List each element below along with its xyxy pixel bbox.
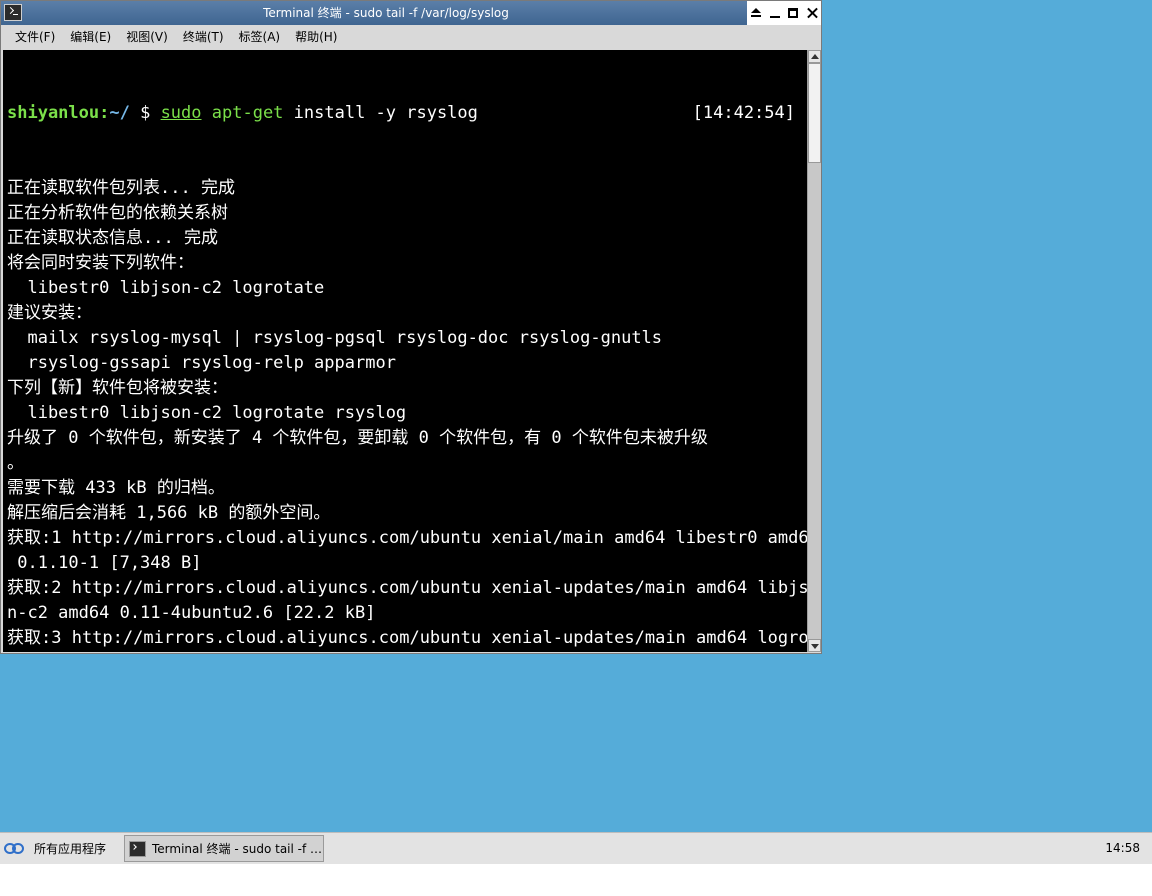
menu-edit[interactable]: 编辑(E): [63, 25, 118, 49]
terminal-icon[interactable]: [4, 4, 22, 21]
terminal-line: 0.1.10-1 [7,348 B]: [7, 553, 202, 573]
terminal-line: n-c2 amd64 0.11-4ubuntu2.6 [22.2 kB]: [7, 603, 376, 623]
terminal-line: 。: [7, 453, 24, 473]
app-menu-icon: [4, 841, 26, 857]
prompt-line: shiyanlou:~/ $ sudo apt-get install -y r…: [7, 101, 807, 126]
terminal-line: 将会同时安装下列软件：: [7, 253, 194, 273]
terminal-line: 获取:2 http://mirrors.cloud.aliyuncs.com/u…: [7, 578, 807, 598]
start-menu-button[interactable]: 所有应用程序: [4, 836, 114, 861]
terminal-line: 获取:3 http://mirrors.cloud.aliyuncs.com/u…: [7, 628, 807, 648]
prompt-path: ~/: [109, 103, 130, 123]
terminal-window: Terminal 终端 - sudo tail -f /var/log/sysl…: [0, 0, 822, 654]
menu-view[interactable]: 视图(V): [119, 25, 175, 49]
terminal-line: 正在读取软件包列表... 完成: [7, 178, 235, 198]
close-icon[interactable]: [805, 6, 819, 20]
menu-file[interactable]: 文件(F): [8, 25, 62, 49]
prompt-user: shiyanlou:: [7, 103, 110, 123]
vertical-scrollbar[interactable]: [807, 50, 821, 652]
command-sudo: sudo: [160, 103, 202, 123]
command-apt-get: apt-get: [211, 103, 284, 123]
menu-terminal[interactable]: 终端(T): [176, 25, 231, 49]
start-menu-label: 所有应用程序: [34, 842, 107, 856]
clock[interactable]: 14:58: [1105, 833, 1140, 864]
desktop: Terminal 终端 - sudo tail -f /var/log/sysl…: [0, 0, 1152, 896]
bottom-strip: [0, 864, 1152, 896]
terminal-line: 获取:1 http://mirrors.cloud.aliyuncs.com/u…: [7, 528, 807, 548]
prompt-symbol: $: [129, 103, 161, 123]
terminal-line: mailx rsyslog-mysql | rsyslog-pgsql rsys…: [7, 328, 663, 348]
window-title: Terminal 终端 - sudo tail -f /var/log/sysl…: [263, 6, 509, 20]
terminal-line: 解压缩后会消耗 1,566 kB 的额外空间。: [7, 503, 331, 523]
command-args: install -y rsyslog: [283, 103, 478, 123]
taskbar: 所有应用程序 Terminal 终端 - sudo tail -f … 14:5…: [0, 832, 1152, 864]
terminal-line: 正在读取状态信息... 完成: [7, 228, 218, 248]
taskbar-item-terminal[interactable]: Terminal 终端 - sudo tail -f …: [124, 835, 324, 862]
taskbar-item-label: Terminal 终端 - sudo tail -f …: [152, 842, 323, 856]
shade-icon[interactable]: [749, 6, 763, 20]
terminal-line: rsyslog-gssapi rsyslog-relp apparmor: [7, 353, 396, 373]
terminal-line: libestr0 libjson-c2 logrotate rsyslog: [7, 403, 407, 423]
prompt-timestamp: [14:42:54]: [692, 103, 795, 123]
scroll-up-icon[interactable]: [808, 50, 821, 63]
terminal-line: 正在分析软件包的依赖关系树: [7, 203, 228, 223]
terminal-line: 建议安装：: [7, 303, 92, 323]
menu-bar: 文件(F) 编辑(E) 视图(V) 终端(T) 标签(A) 帮助(H): [1, 25, 821, 49]
terminal-lines: shiyanlou:~/ $ sudo apt-get install -y r…: [7, 51, 807, 652]
minimize-icon[interactable]: [768, 6, 782, 20]
scroll-thumb[interactable]: [808, 63, 821, 163]
terminal-icon: [129, 840, 146, 857]
window-controls: [747, 1, 821, 25]
terminal-line: 下列【新】软件包将被安装：: [7, 378, 228, 398]
terminal-line: 需要下载 433 kB 的归档。: [7, 478, 225, 498]
terminal-line: 升级了 0 个软件包，新安装了 4 个软件包，要卸载 0 个软件包，有 0 个软…: [7, 428, 708, 448]
window-titlebar[interactable]: Terminal 终端 - sudo tail -f /var/log/sysl…: [1, 1, 821, 25]
terminal-output[interactable]: shiyanlou:~/ $ sudo apt-get install -y r…: [3, 50, 807, 652]
terminal-line: libestr0 libjson-c2 logrotate: [7, 278, 325, 298]
terminal-line: ate amd64 3.8.7-2ubuntu2.16.04.2 [37.7 k…: [7, 651, 807, 652]
maximize-icon[interactable]: [786, 6, 800, 20]
menu-tabs[interactable]: 标签(A): [232, 25, 288, 49]
menu-help[interactable]: 帮助(H): [288, 25, 344, 49]
scroll-down-icon[interactable]: [808, 639, 821, 652]
